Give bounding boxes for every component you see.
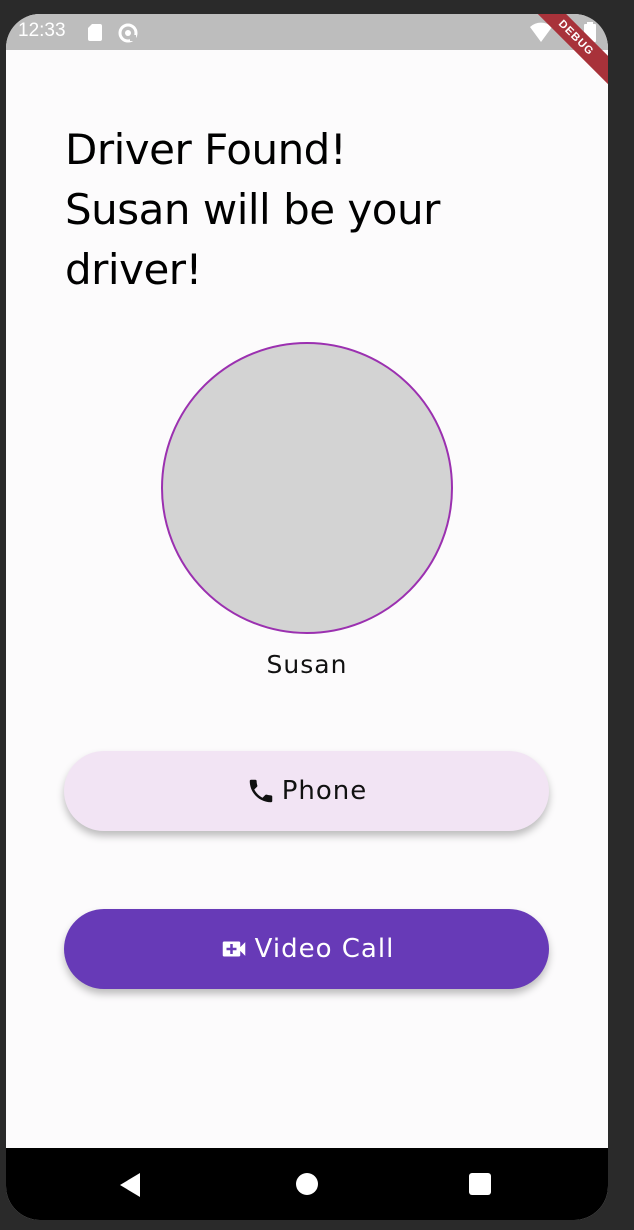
video-call-button[interactable]: Video Call <box>64 909 549 989</box>
page-title-line: Susan will be your driver! <box>65 185 440 294</box>
home-icon[interactable] <box>296 1173 318 1195</box>
status-time: 12:33 <box>18 20 66 41</box>
phone-button[interactable]: Phone <box>64 751 549 831</box>
driver-name: Susan <box>266 650 348 679</box>
page-title: Driver Found! Susan will be your driver! <box>65 120 545 300</box>
phone-button-label: Phone <box>281 776 368 806</box>
phone-screen: 12:33 DEBUG Driver Found! Susan will be y… <box>6 14 608 1220</box>
page-title-line: Driver Found! <box>65 125 347 174</box>
back-icon[interactable] <box>120 1173 140 1197</box>
recents-icon[interactable] <box>469 1173 491 1195</box>
phone-icon <box>249 779 272 803</box>
sd-card-icon <box>88 24 102 41</box>
video-call-icon <box>222 941 245 957</box>
sync-icon <box>118 23 138 43</box>
driver-avatar <box>161 342 453 634</box>
video-call-button-label: Video Call <box>254 934 395 964</box>
navigation-bar <box>6 1148 608 1220</box>
status-bar: 12:33 DEBUG <box>6 14 608 95</box>
